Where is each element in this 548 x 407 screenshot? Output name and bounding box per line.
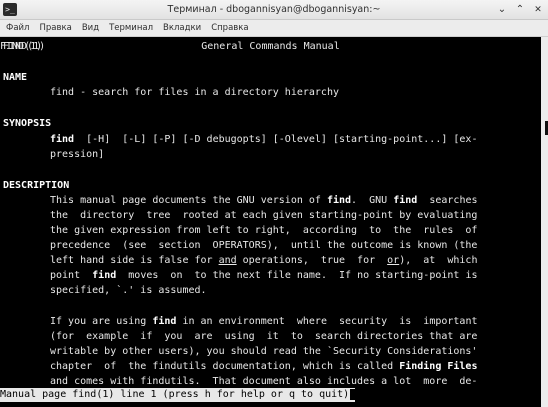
synopsis-line-1: find [-H] [-L] [-P] [-D debugopts] [-Ole… xyxy=(50,134,478,145)
synopsis-line-2: pression] xyxy=(50,149,105,160)
terminal-output[interactable]: FIND(1) General Commands Manual FIND(1) … xyxy=(0,37,541,407)
description-line: precedence (see section OPERATORS), unti… xyxy=(50,240,478,251)
description-line: specified, `.' is assumed. xyxy=(50,285,207,296)
description-line: This manual page documents the GNU versi… xyxy=(50,195,478,206)
description-line: (for example if you are using it to sear… xyxy=(50,331,478,342)
man-header-right: FIND(1) xyxy=(0,41,43,52)
menu-view[interactable]: Вид xyxy=(82,23,99,33)
description-line: the given expression from left to right,… xyxy=(50,225,478,236)
menu-tabs[interactable]: Вкладки xyxy=(163,23,201,33)
menu-edit[interactable]: Правка xyxy=(39,23,71,33)
title-bar: >_ Терминал - dbogannisyan@dbogannisyan:… xyxy=(0,0,548,20)
description-line: If you are using find in an environment … xyxy=(50,316,478,327)
menu-help[interactable]: Справка xyxy=(211,23,248,33)
minimize-icon[interactable]: ⌄ xyxy=(496,4,508,16)
description-line: chapter of the findutils documentation, … xyxy=(50,361,478,372)
menu-bar: Файл Правка Вид Терминал Вкладки Справка xyxy=(0,20,548,37)
maximize-icon[interactable]: ⌃ xyxy=(514,4,526,16)
description-line: writable by other users), you should rea… xyxy=(50,346,478,357)
description-line: the directory tree rooted at each given … xyxy=(50,210,478,221)
section-synopsis-heading: SYNOPSIS xyxy=(3,118,52,129)
description-line: left hand side is false for and operatio… xyxy=(50,255,478,266)
name-text: find - search for files in a directory h… xyxy=(50,87,339,98)
menu-file[interactable]: Файл xyxy=(6,23,29,33)
close-icon[interactable]: ✕ xyxy=(532,4,544,16)
section-description-heading: DESCRIPTION xyxy=(3,180,70,191)
scrollbar[interactable] xyxy=(541,37,548,407)
description-line: point find moves on to the next file nam… xyxy=(50,270,478,281)
window-title: Терминал - dbogannisyan@dbogannisyan:~ xyxy=(167,4,381,15)
section-name-heading: NAME xyxy=(3,72,28,83)
description-line: and comes with findutils. That document … xyxy=(50,376,478,387)
pager-status-line: Manual page find(1) line 1 (press h for … xyxy=(0,388,356,402)
text-cursor xyxy=(350,388,356,400)
menu-terminal[interactable]: Терминал xyxy=(109,23,153,33)
